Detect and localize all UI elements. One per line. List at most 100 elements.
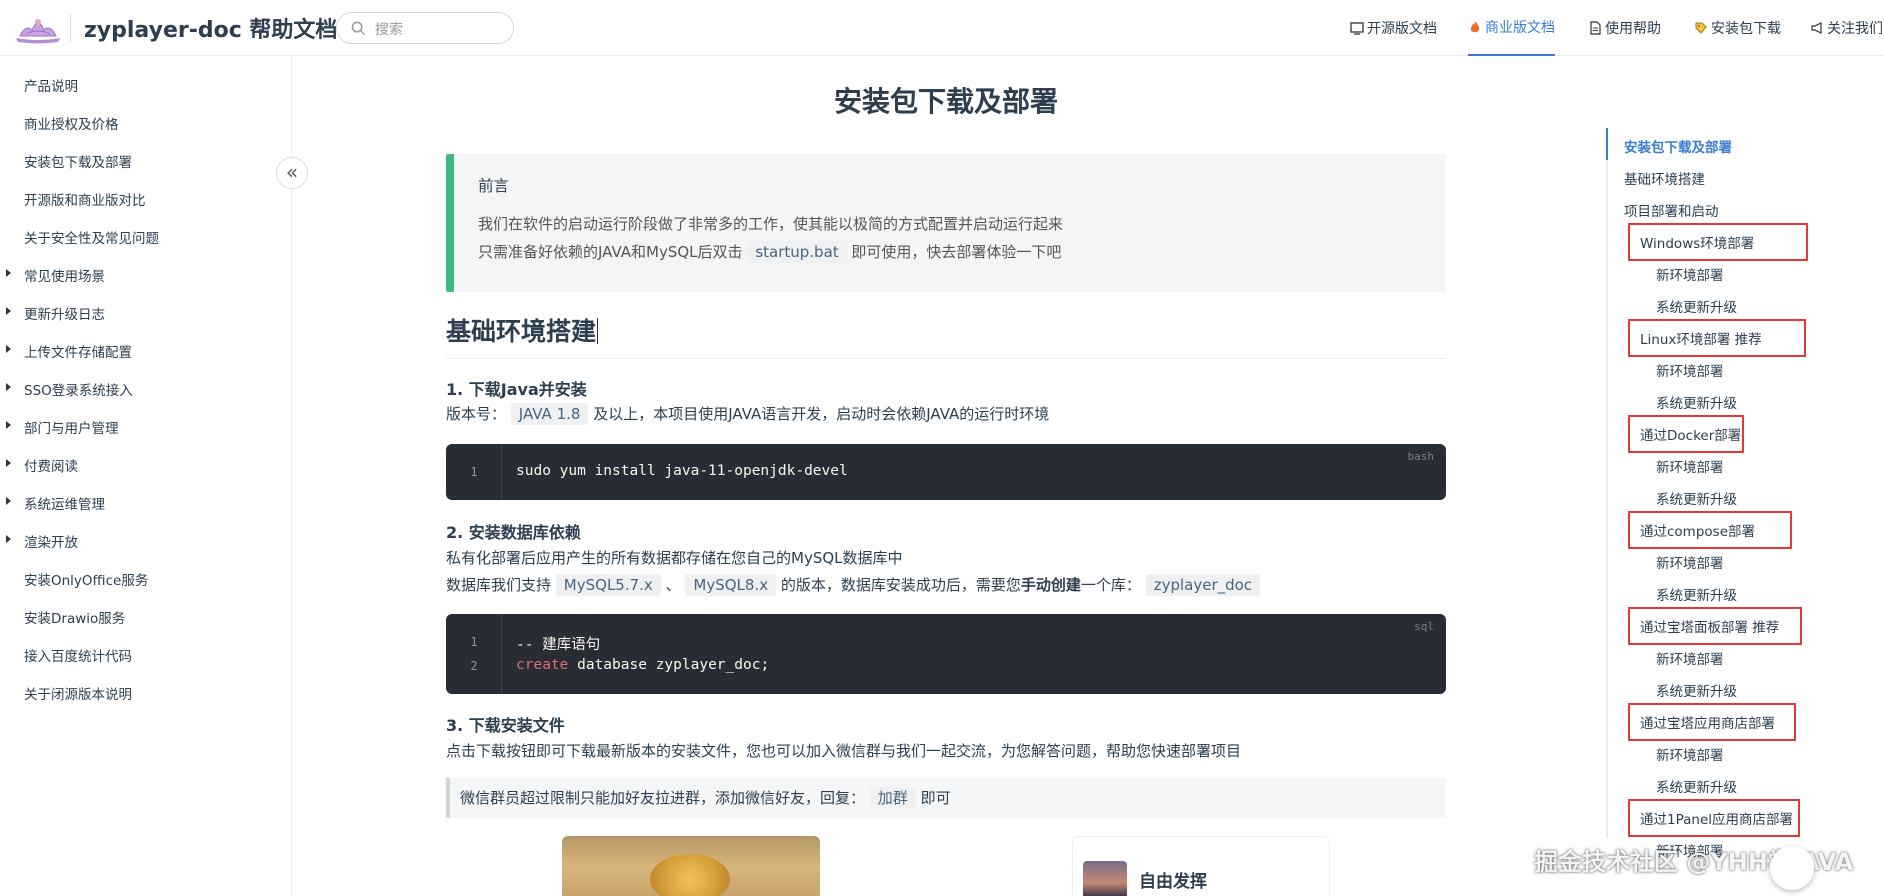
sidebar-item-use-cases[interactable]: 常见使用场景 xyxy=(0,259,290,289)
sidebar-item-label: 商业授权及价格 xyxy=(24,117,119,133)
expand-arrow-icon[interactable] xyxy=(6,421,11,429)
toc-item[interactable]: 系统更新升级 xyxy=(1656,296,1737,316)
nav-commercial-docs[interactable]: 商业版文档 xyxy=(1468,0,1555,56)
expand-arrow-icon[interactable] xyxy=(6,345,11,353)
toc-item[interactable]: 新环境部署 xyxy=(1656,264,1724,284)
sidebar-item-baidu-stats[interactable]: 接入百度统计代码 xyxy=(0,639,290,669)
sidebar-collapse-button[interactable]: « xyxy=(276,157,308,189)
subsection-heading: 1. 下载Java并安装 xyxy=(446,380,587,399)
nav-label: 关注我们 xyxy=(1827,21,1883,37)
sidebar-item-render-open[interactable]: 渲染开放 xyxy=(0,525,290,555)
paragraph: 私有化部署后应用产生的所有数据都存储在您自己的MySQL数据库中 xyxy=(446,549,903,567)
preface-tip: 前言 我们在软件的启动运行阶段做了非常多的工作，使其能以极简的方式配置并启动运行… xyxy=(446,154,1446,292)
inline-code: zyplayer_doc xyxy=(1145,574,1261,596)
sidebar-item-label: 产品说明 xyxy=(24,79,78,95)
note-quote: 微信群员超过限制只能加好友拉进群，添加微信好友，回复： 加群 即可 xyxy=(446,778,1446,818)
toc-item[interactable]: 安装包下载及部署 xyxy=(1624,136,1732,156)
sidebar-item-license-price[interactable]: 商业授权及价格 xyxy=(0,107,290,137)
double-chevron-left-icon: « xyxy=(285,160,299,184)
inline-code: MySQL5.7.x xyxy=(555,574,661,596)
site-title[interactable]: zyplayer-doc 帮助文档 xyxy=(84,12,337,44)
sidebar-item-sso[interactable]: SSO登录系统接入 xyxy=(0,373,290,403)
nav-usage-help[interactable]: 使用帮助 xyxy=(1588,0,1661,56)
toc-item[interactable]: 项目部署和启动 xyxy=(1624,200,1719,220)
line-number: 1 xyxy=(470,635,478,649)
code-block-sql[interactable]: 1 2 -- 建库语句 create database zyplayer_doc… xyxy=(446,614,1446,694)
code-block-bash[interactable]: 1 sudo yum install java-11-openjdk-devel… xyxy=(446,444,1446,500)
paragraph: 版本号： JAVA 1.8 及以上，本项目使用JAVA语言开发，启动时会依赖JA… xyxy=(446,403,1049,425)
subsection-heading: 3. 下载安装文件 xyxy=(446,716,565,735)
toc-item[interactable]: 系统更新升级 xyxy=(1656,392,1737,412)
toc-item[interactable]: 系统更新升级 xyxy=(1656,584,1737,604)
search-box[interactable]: 搜索 xyxy=(336,12,514,44)
quote-text: 微信群员超过限制只能加好友拉进群，添加微信好友，回复： xyxy=(460,789,866,807)
code-line: create database zyplayer_doc; xyxy=(516,657,769,673)
toc-item[interactable]: 基础环境搭建 xyxy=(1624,168,1705,188)
emphasis-text: 手动创建 xyxy=(1020,576,1081,594)
nav-label: 使用帮助 xyxy=(1605,21,1661,37)
nav-follow-us[interactable]: 关注我们 xyxy=(1810,0,1883,56)
download-card-image[interactable] xyxy=(562,836,820,896)
sidebar-item-changelog[interactable]: 更新升级日志 xyxy=(0,297,290,327)
nav-package-download[interactable]: 安装包下载 xyxy=(1694,0,1781,56)
toc-active-indicator xyxy=(1606,128,1608,160)
flame-icon xyxy=(1470,21,1480,33)
toc-item[interactable]: 新环境部署 xyxy=(1656,744,1724,764)
sidebar-item-ops[interactable]: 系统运维管理 xyxy=(0,487,290,517)
sidebar-item-label: 安装包下载及部署 xyxy=(24,155,132,171)
sidebar-item-label: 开源版和商业版对比 xyxy=(24,193,146,209)
sidebar-item-drawio[interactable]: 安装Drawio服务 xyxy=(0,601,290,631)
code-line: -- 建库语句 xyxy=(516,637,601,653)
toc-item[interactable]: 新环境部署 xyxy=(1656,360,1724,380)
sidebar-item-product-intro[interactable]: 产品说明 xyxy=(0,69,290,99)
paragraph-text: 、 xyxy=(665,576,681,594)
sidebar-item-version-compare[interactable]: 开源版和商业版对比 xyxy=(0,183,290,213)
paragraph: 点击下载按钮即可下载最新版本的安装文件，您也可以加入微信群与我们一起交流，为您解… xyxy=(446,742,1242,760)
sidebar-item-closed-source[interactable]: 关于闭源版本说明 xyxy=(0,677,290,707)
highlight-box xyxy=(1628,511,1792,549)
toc-item[interactable]: 新环境部署 xyxy=(1656,648,1724,668)
sidebar-item-label: 渲染开放 xyxy=(24,535,78,551)
logo-icon[interactable] xyxy=(12,12,64,44)
sidebar-item-download-deploy[interactable]: 安装包下载及部署 xyxy=(0,145,290,175)
toc-item[interactable]: 新环境部署 xyxy=(1656,552,1724,572)
logo-divider xyxy=(70,14,71,42)
nav-open-source-docs[interactable]: 开源版文档 xyxy=(1350,0,1437,56)
toc-track xyxy=(1606,128,1608,838)
expand-arrow-icon[interactable] xyxy=(6,383,11,391)
toc-item[interactable]: 新环境部署 xyxy=(1656,456,1724,476)
highlight-box xyxy=(1628,703,1796,741)
paragraph-text: 数据库我们支持 xyxy=(446,576,552,594)
product-card[interactable]: 自由发挥 xyxy=(1072,836,1330,896)
line-number: 2 xyxy=(470,659,478,673)
sidebar-item-label: 安装OnlyOffice服务 xyxy=(24,573,149,589)
toc-item[interactable]: 系统更新升级 xyxy=(1656,680,1737,700)
tip-line: 我们在软件的启动运行阶段做了非常多的工作，使其能以极简的方式配置并启动运行起来 xyxy=(478,215,1064,233)
sidebar-item-security-faq[interactable]: 关于安全性及常见问题 xyxy=(0,221,290,251)
search-placeholder: 搜索 xyxy=(375,22,403,38)
toc-item[interactable]: 系统更新升级 xyxy=(1656,776,1737,796)
quote-text: 即可 xyxy=(920,789,951,807)
sidebar-item-paid-reading[interactable]: 付费阅读 xyxy=(0,449,290,479)
sidebar-item-label: 关于安全性及常见问题 xyxy=(24,231,159,247)
inline-code: MySQL8.x xyxy=(685,574,777,596)
toc-item[interactable]: 系统更新升级 xyxy=(1656,488,1737,508)
highlight-box xyxy=(1628,223,1808,261)
heading-divider xyxy=(446,358,1446,359)
tip-text: 只需准备好依赖的JAVA和MySQL后双击 xyxy=(478,243,743,261)
inline-code: 加群 xyxy=(869,787,916,809)
expand-arrow-icon[interactable] xyxy=(6,459,11,467)
expand-arrow-icon[interactable] xyxy=(6,307,11,315)
paragraph-text: 版本号： xyxy=(446,405,507,423)
nav-label: 商业版文档 xyxy=(1485,20,1555,36)
expand-arrow-icon[interactable] xyxy=(6,269,11,277)
sidebar-item-storage-config[interactable]: 上传文件存储配置 xyxy=(0,335,290,365)
sidebar-item-dept-user[interactable]: 部门与用户管理 xyxy=(0,411,290,441)
expand-arrow-icon[interactable] xyxy=(6,497,11,505)
expand-arrow-icon[interactable] xyxy=(6,535,11,543)
text-cursor xyxy=(597,318,599,344)
megaphone-icon xyxy=(1811,22,1822,34)
floating-action-button[interactable] xyxy=(1770,846,1814,890)
sidebar-item-onlyoffice[interactable]: 安装OnlyOffice服务 xyxy=(0,563,290,593)
code-line: sudo yum install java-11-openjdk-devel xyxy=(516,463,848,479)
